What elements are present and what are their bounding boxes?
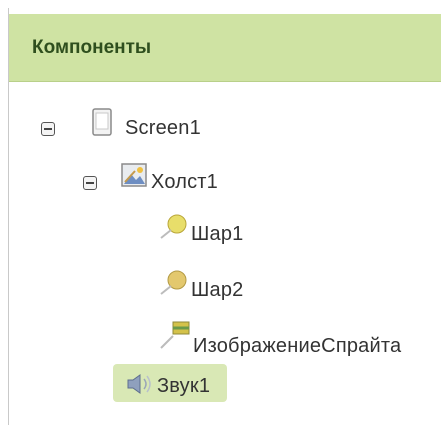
components-title: Компоненты [32,36,152,58]
components-panel: Компоненты Screen1 Холст1 Шар1 Шар2 Изоб… [8,8,441,425]
sound-label: Звук1 [157,374,211,397]
canvas-icon [121,162,149,193]
screen-icon [91,108,113,141]
ball-icon [159,212,189,245]
screen-label: Screen1 [125,116,201,139]
speaker-icon [125,372,153,401]
ball2-label: Шар2 [191,278,244,301]
ball-icon [159,268,189,301]
sprite-label: ИзображениеСпрайта [193,334,402,357]
ball1-label: Шар1 [191,222,244,245]
collapse-toggle-icon[interactable] [41,122,55,136]
collapse-toggle-icon[interactable] [83,176,97,190]
canvas-label: Холст1 [151,170,218,193]
components-header: Компоненты [9,14,441,82]
image-sprite-icon [159,320,191,355]
components-tree: Screen1 Холст1 Шар1 Шар2 ИзображениеСпра… [9,82,441,425]
